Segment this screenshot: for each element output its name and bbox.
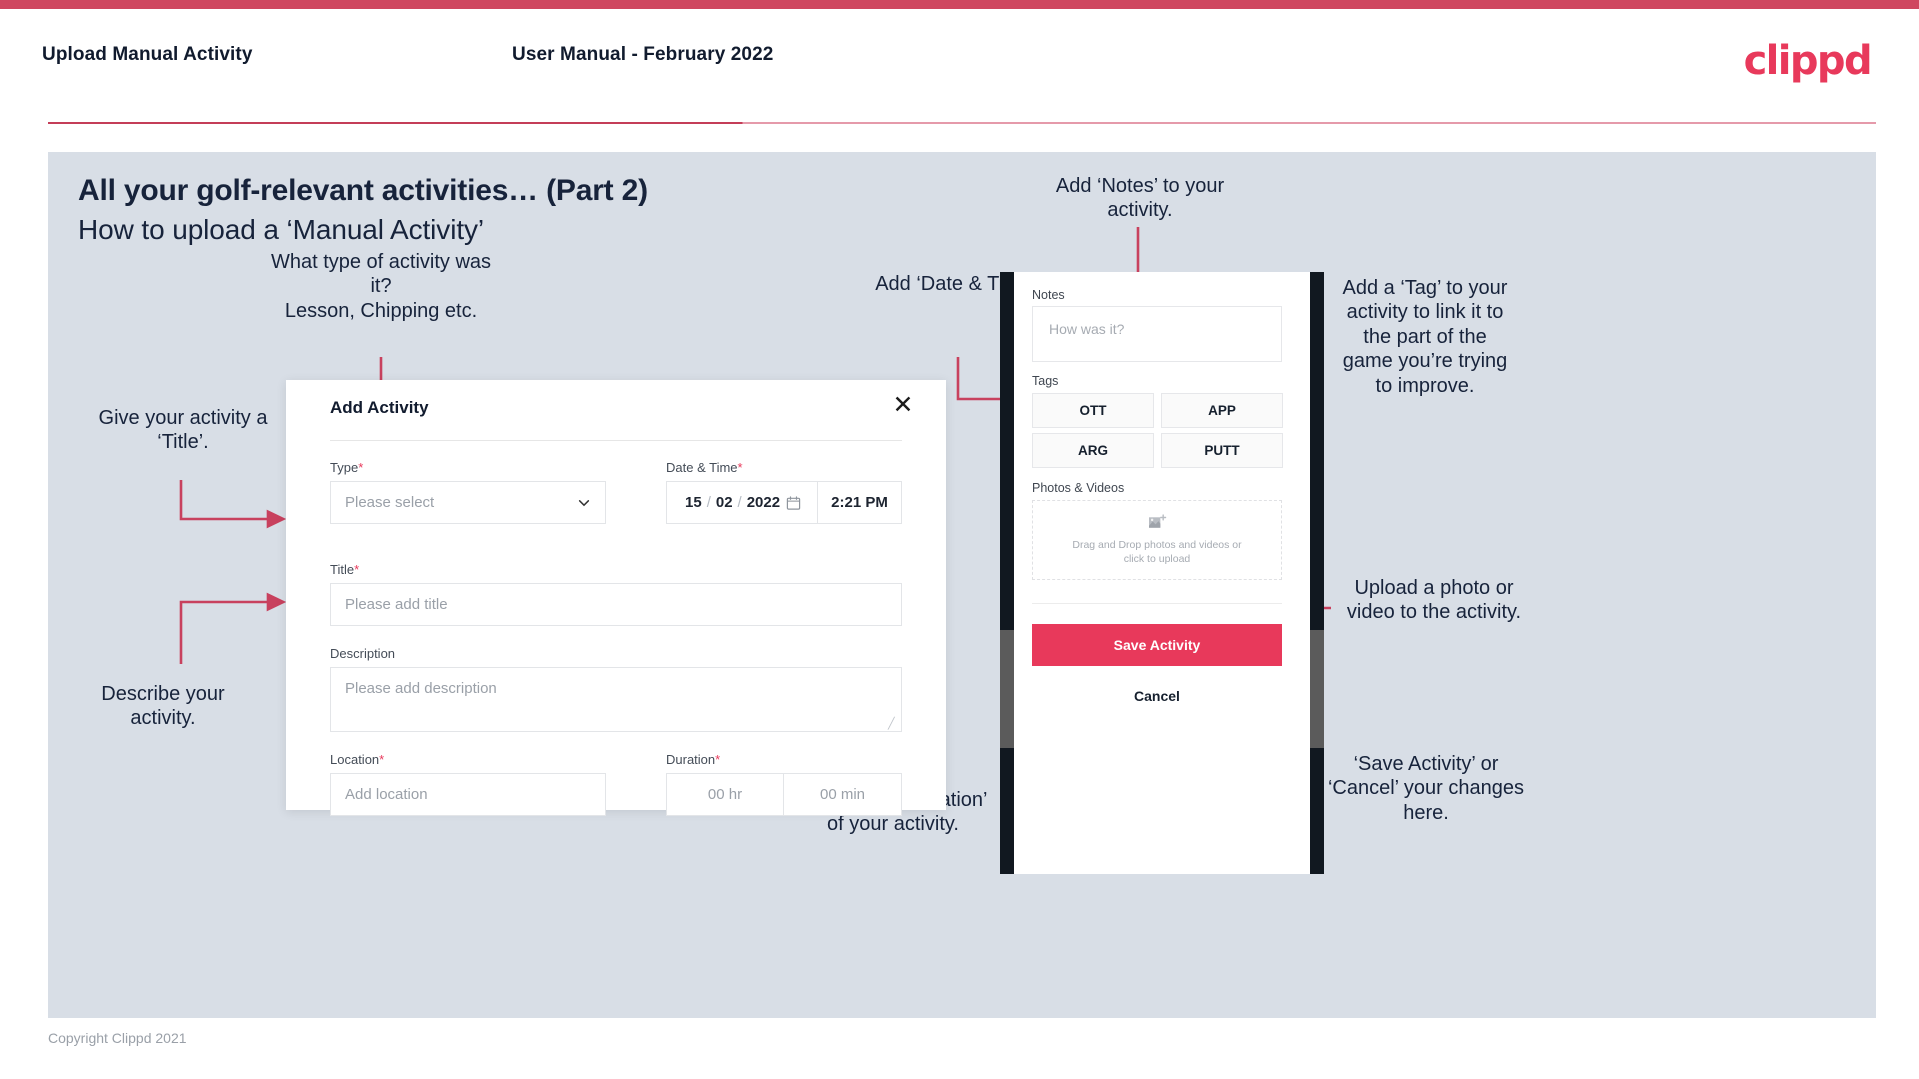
time-input[interactable]: 2:21 PM (818, 481, 902, 524)
annotation-title: Give your activity a ‘Title’. (58, 406, 308, 455)
date-year: 2022 (746, 494, 781, 511)
header-center-title: User Manual - February 2022 (512, 44, 774, 65)
duration-hours-input[interactable]: 00 hr (666, 773, 784, 816)
date-time-required-marker: * (737, 460, 743, 475)
annotation-tags-text: Add a ‘Tag’ to your activity to link it … (1342, 277, 1508, 397)
slide-subtitle: How to upload a ‘Manual Activity’ (78, 214, 485, 245)
date-input[interactable]: 15 / 02 / 2022 (666, 481, 818, 524)
mobile-cancel-button[interactable]: Cancel (1032, 682, 1282, 710)
header-divider (48, 122, 1876, 124)
top-accent-bar (0, 0, 1919, 9)
phone-frame-right-grey (1310, 630, 1324, 748)
date-month: 02 (715, 494, 733, 511)
title-label-text: Title (330, 562, 355, 577)
annotation-photos-text: Upload a photo or video to the activity. (1346, 577, 1522, 624)
dialog-title: Add Activity (330, 398, 429, 417)
mobile-tag-ott[interactable]: OTT (1032, 393, 1154, 428)
add-image-icon (1148, 514, 1166, 528)
phone-frame-left (1000, 272, 1014, 874)
chevron-down-icon (578, 499, 590, 506)
mobile-save-activity-button[interactable]: Save Activity (1032, 624, 1282, 666)
date-day: 15 (685, 494, 702, 511)
calendar-icon[interactable] (786, 495, 801, 510)
duration-label: Duration* (666, 752, 720, 767)
mobile-photos-label: Photos & Videos (1032, 481, 1125, 495)
mobile-tag-putt[interactable]: PUTT (1161, 433, 1283, 468)
add-activity-dialog: Add Activity ✕ Type* Please select Date … (286, 380, 946, 816)
duration-minutes-placeholder: 00 min (819, 786, 866, 803)
annotation-type: What type of activity was it? Lesson, Ch… (270, 250, 492, 323)
annotation-photos: Upload a photo or video to the activity. (1324, 576, 1544, 625)
date-separator-1: / (706, 494, 711, 511)
dialog-header: Add Activity ✕ (286, 380, 946, 432)
dialog-divider (330, 440, 902, 441)
annotation-notes: Add ‘Notes’ to your activity. (1026, 174, 1254, 223)
mobile-upload-text-line1: Drag and Drop photos and videos or (1072, 538, 1242, 551)
duration-minutes-input[interactable]: 00 min (784, 773, 902, 816)
annotation-save-cancel: ‘Save Activity’ or ‘Cancel’ your changes… (1298, 752, 1554, 825)
annotation-type-text: What type of activity was it? Lesson, Ch… (270, 251, 492, 322)
phone-frame-right (1310, 272, 1324, 874)
mobile-notes-input[interactable]: How was it? (1032, 306, 1282, 362)
annotation-save-cancel-text: ‘Save Activity’ or ‘Cancel’ your changes… (1327, 753, 1525, 824)
mobile-upload-text: Drag and Drop photos and videos or click… (1072, 538, 1241, 566)
mobile-notes-placeholder: How was it? (1049, 321, 1125, 337)
duration-required-marker: * (715, 752, 721, 767)
type-select[interactable]: Please select (330, 481, 606, 524)
mobile-phone-mock: Notes How was it? Tags OTT APP ARG PUTT … (1000, 272, 1324, 874)
description-label-text: Description (330, 646, 396, 661)
title-input[interactable]: Please add title (330, 583, 902, 626)
phone-screen: Notes How was it? Tags OTT APP ARG PUTT … (1014, 272, 1310, 874)
date-time-label: Date & Time* (666, 460, 743, 475)
clippd-logo: clippd (1743, 38, 1873, 84)
mobile-tags-label: Tags (1032, 374, 1059, 388)
annotation-notes-text: Add ‘Notes’ to your activity. (1055, 175, 1225, 222)
description-placeholder: Please add description (345, 680, 497, 697)
slide-title: All your golf-relevant activities… (Part… (78, 174, 648, 207)
type-label: Type* (330, 460, 363, 475)
duration-label-text: Duration (666, 752, 716, 767)
title-required-marker: * (354, 562, 360, 577)
close-icon[interactable]: ✕ (890, 392, 916, 418)
resize-handle-icon[interactable]: ╱ (888, 719, 898, 730)
slide-content-card: All your golf-relevant activities… (Part… (48, 152, 1876, 1018)
location-label: Location* (330, 752, 384, 767)
time-value: 2:21 PM (831, 494, 888, 511)
title-input-placeholder: Please add title (345, 596, 448, 613)
description-label: Description (330, 646, 395, 661)
mobile-tag-arg[interactable]: ARG (1032, 433, 1154, 468)
slide-page: Upload Manual Activity User Manual - Feb… (0, 0, 1919, 1079)
type-required-marker: * (358, 460, 364, 475)
type-select-placeholder: Please select (345, 494, 435, 511)
duration-hours-placeholder: 00 hr (707, 786, 743, 803)
mobile-photo-upload-dropzone[interactable]: Drag and Drop photos and videos or click… (1032, 500, 1282, 580)
mobile-tag-app[interactable]: APP (1161, 393, 1283, 428)
location-label-text: Location (330, 752, 380, 767)
annotation-title-text: Give your activity a ‘Title’. (98, 407, 268, 454)
header-left-title: Upload Manual Activity (42, 44, 253, 65)
mobile-upload-text-line2: click to upload (1123, 553, 1191, 565)
mobile-notes-label: Notes (1032, 288, 1065, 302)
description-textarea[interactable]: Please add description ╱ (330, 667, 902, 732)
type-label-text: Type (330, 460, 359, 475)
location-input-placeholder: Add location (345, 786, 428, 803)
annotation-tags: Add a ‘Tag’ to your activity to link it … (1326, 276, 1524, 398)
footer-copyright: Copyright Clippd 2021 (48, 1030, 187, 1046)
phone-frame-left-grey (1000, 630, 1014, 748)
mobile-divider (1032, 603, 1282, 604)
location-input[interactable]: Add location (330, 773, 606, 816)
annotation-description: Describe your activity. (58, 682, 268, 731)
annotation-description-text: Describe your activity. (101, 683, 225, 730)
date-time-label-text: Date & Time (666, 460, 738, 475)
title-label: Title* (330, 562, 359, 577)
date-separator-2: / (737, 494, 742, 511)
location-required-marker: * (379, 752, 385, 767)
